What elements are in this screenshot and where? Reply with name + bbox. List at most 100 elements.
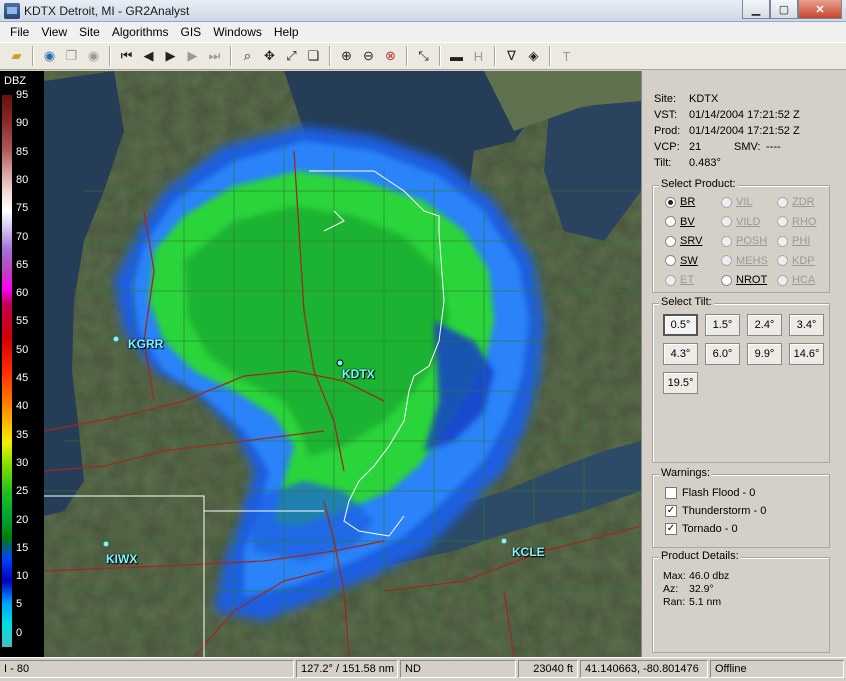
text-icon[interactable]: T — [556, 46, 577, 67]
menu-site[interactable]: Site — [73, 25, 106, 39]
warning-checkbox[interactable]: ✓ Tornado - 0 — [665, 523, 738, 535]
layers-icon[interactable]: ❏ — [303, 46, 324, 67]
tilt-button[interactable]: 19.5° — [663, 372, 698, 394]
radio-dot[interactable] — [665, 235, 676, 247]
step-back-icon[interactable]: ◀ — [138, 46, 159, 67]
radio-dot[interactable] — [777, 196, 788, 208]
radio-dot[interactable] — [665, 196, 676, 208]
open-icon[interactable]: ▰ — [6, 46, 27, 67]
maximize-button[interactable]: ▢ — [770, 0, 798, 19]
tilt-button[interactable]: 9.9° — [747, 343, 782, 365]
h-icon[interactable]: H — [468, 46, 489, 67]
product-option-srv[interactable]: SRV — [665, 235, 702, 247]
play-icon[interactable]: ▶ — [160, 46, 181, 67]
radio-dot[interactable] — [777, 216, 788, 227]
product-option-br[interactable]: BR — [665, 196, 695, 208]
zoom-reset-icon[interactable]: ⊗ — [380, 46, 401, 67]
product-option-vil[interactable]: VIL — [721, 196, 753, 208]
radio-dot[interactable] — [777, 235, 788, 247]
product-option-vild[interactable]: VILD — [721, 216, 760, 228]
zoom-icon[interactable]: ⌕ — [237, 46, 258, 67]
scale-label: 30 — [16, 456, 29, 469]
scale-label: 75 — [16, 202, 29, 215]
site-label-kdtx[interactable]: KDTX — [342, 367, 375, 381]
globe-icon[interactable]: ◉ — [39, 46, 60, 67]
control-panel: Site: KDTX VST: 01/14/2004 17:21:52 Z Prod… — [641, 71, 846, 657]
menu-algorithms[interactable]: Algorithms — [106, 25, 175, 39]
site-label-kiwx[interactable]: KIWX — [106, 552, 137, 566]
bar-icon[interactable]: ▬ — [446, 46, 467, 67]
pan-icon[interactable]: ✥ — [259, 46, 280, 67]
product-option-bv[interactable]: BV — [665, 216, 695, 228]
toolbar: ▰ ◉ ❐ ◉ ⏮ ◀ ▶ ▶ ⏭ ⌕ ✥ ⤢ ❏ ⊕ ⊖ ⊗ ⤡ ▬ H ∇ … — [0, 42, 846, 70]
warnings-group: Warnings: Flash Flood - 0 ✓ Thunderstorm -… — [652, 467, 830, 548]
product-option-rho[interactable]: RHO — [777, 216, 816, 228]
product-option-phi[interactable]: PHI — [777, 235, 810, 247]
menu-help[interactable]: Help — [268, 25, 305, 39]
zoom-in-icon[interactable]: ⊕ — [336, 46, 357, 67]
product-option-hca[interactable]: HCA — [777, 274, 815, 286]
product-option-mehs[interactable]: MEHS — [721, 255, 768, 267]
scale-label: 25 — [16, 485, 29, 498]
close-icon: ✕ — [815, 3, 825, 16]
copy-icon[interactable]: ❐ — [61, 46, 82, 67]
max-key: Max: — [663, 570, 686, 582]
dim-globe-icon[interactable]: ◉ — [83, 46, 104, 67]
checkbox-box[interactable]: ✓ — [665, 505, 677, 517]
radio-dot[interactable] — [665, 274, 676, 286]
step-forward-icon[interactable]: ▶ — [182, 46, 203, 67]
warning-checkbox[interactable]: ✓ Thunderstorm - 0 — [665, 505, 766, 517]
radar-map[interactable]: KGRR KDTX KIWX KCLE — [44, 71, 641, 657]
radio-dot[interactable] — [721, 216, 732, 227]
link-icon[interactable]: ⤡ — [413, 46, 434, 67]
scale-label: 40 — [16, 400, 29, 413]
product-option-zdr[interactable]: ZDR — [777, 196, 815, 208]
tilt-button[interactable]: 0.5° — [663, 314, 698, 336]
measure-icon[interactable]: ⤢ — [281, 46, 302, 67]
radar-map-canvas — [44, 71, 641, 657]
radio-dot[interactable] — [721, 255, 732, 266]
radio-dot[interactable] — [777, 274, 788, 286]
menu-windows[interactable]: Windows — [207, 25, 268, 39]
warning-checkbox[interactable]: Flash Flood - 0 — [665, 487, 755, 499]
menu-file[interactable]: File — [4, 25, 35, 39]
radio-dot[interactable] — [721, 196, 732, 208]
checkbox-box[interactable] — [665, 487, 677, 499]
status-frame: I - 80 — [0, 660, 294, 678]
scale-label: 70 — [16, 230, 29, 243]
checkbox-box[interactable]: ✓ — [665, 523, 677, 535]
minimize-button[interactable]: ▁ — [742, 0, 770, 19]
radio-dot[interactable] — [665, 255, 676, 266]
diamond-icon[interactable]: ◈ — [523, 46, 544, 67]
site-label-kgrr[interactable]: KGRR — [128, 337, 163, 351]
product-option-nrot[interactable]: NROT — [721, 274, 767, 286]
scale-label: 45 — [16, 372, 29, 384]
scale-label: 15 — [16, 541, 29, 554]
menu-gis[interactable]: GIS — [175, 25, 208, 39]
product-option-kdp[interactable]: KDP — [777, 255, 815, 267]
close-button[interactable]: ✕ — [798, 0, 842, 19]
status-height: 23040 ft — [518, 660, 578, 678]
menu-view[interactable]: View — [35, 25, 73, 39]
tilt-button[interactable]: 1.5° — [705, 314, 740, 336]
radio-dot[interactable] — [721, 274, 732, 286]
radio-dot[interactable] — [721, 235, 732, 247]
tilt-button[interactable]: 14.6° — [789, 343, 824, 365]
ran-value: 5.1 nm — [689, 596, 722, 608]
product-option-label: ET — [680, 274, 695, 286]
tilt-button[interactable]: 4.3° — [663, 343, 698, 365]
tilt-button[interactable]: 6.0° — [705, 343, 740, 365]
skip-forward-icon[interactable]: ⏭ — [204, 46, 225, 67]
site-label-kcle[interactable]: KCLE — [512, 545, 545, 559]
tilt-button[interactable]: 3.4° — [789, 314, 824, 336]
tilt-button[interactable]: 2.4° — [747, 314, 782, 336]
product-option-sw[interactable]: SW — [665, 255, 698, 267]
skip-back-icon[interactable]: ⏮ — [116, 46, 137, 67]
product-option-posh[interactable]: POSH — [721, 235, 767, 247]
zoom-out-icon[interactable]: ⊖ — [358, 46, 379, 67]
radio-dot[interactable] — [777, 255, 788, 266]
smv-key: SMV: — [734, 141, 761, 153]
radio-dot[interactable] — [665, 216, 676, 227]
product-option-et[interactable]: ET — [665, 274, 694, 286]
filter-icon[interactable]: ∇ — [501, 46, 522, 67]
